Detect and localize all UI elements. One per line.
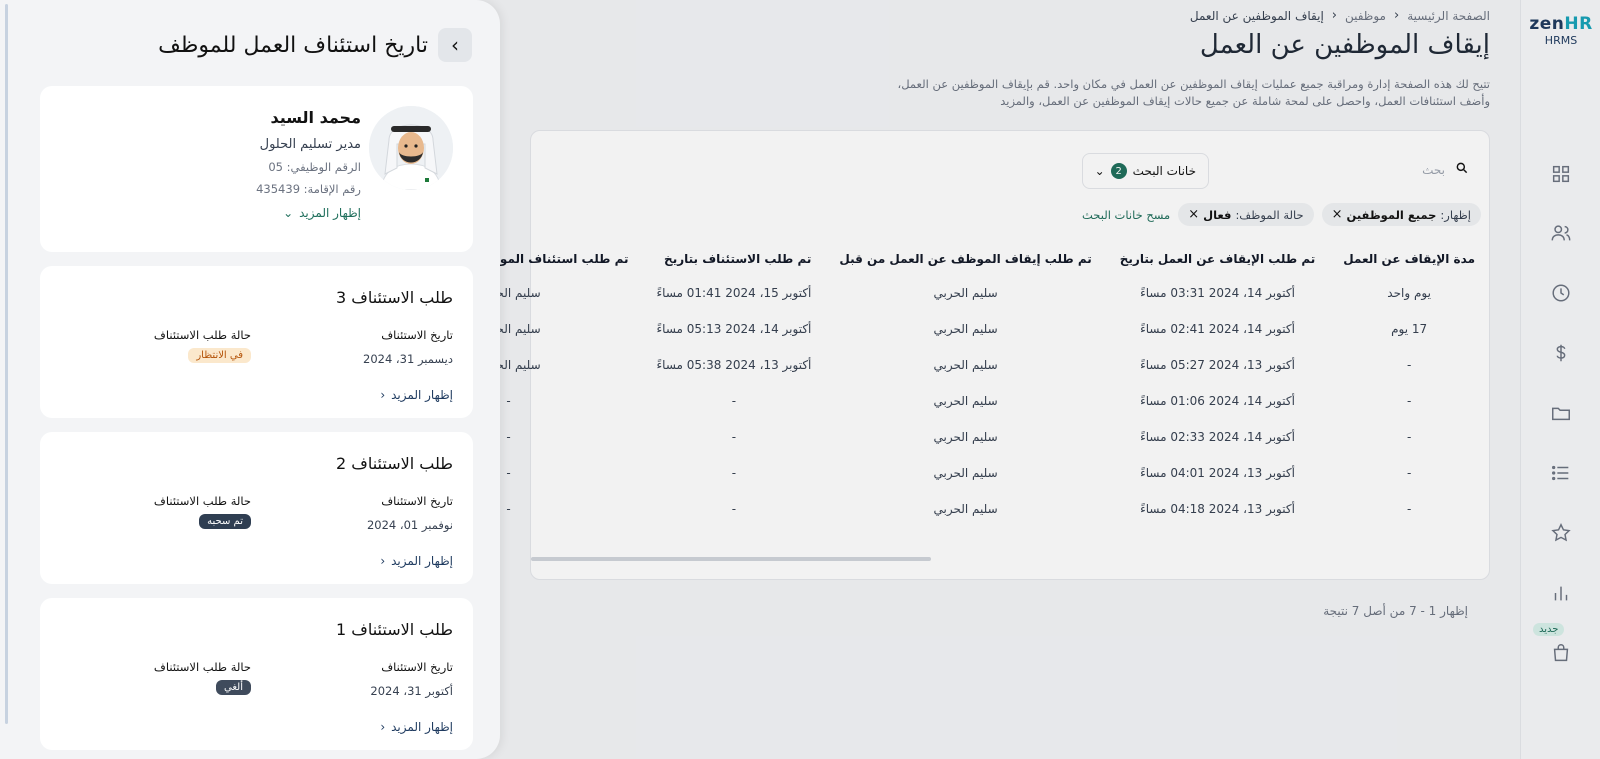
request-show-more[interactable]: إظهار المزيد ‹	[380, 388, 453, 402]
request-date-value: نوفمبر 01، 2024	[366, 518, 453, 532]
chevron-left-icon: ‹	[380, 388, 386, 402]
request-status: حالة طلب الاستئناف ألغي	[154, 660, 251, 695]
show-more-label: إظهار المزيد	[391, 554, 453, 568]
employee-id: الرقم الوظيفي: 05	[268, 160, 361, 174]
status-badge: في الانتظار	[188, 348, 251, 363]
show-more-label: إظهار المزيد	[391, 388, 453, 402]
employee-role: مدير تسليم الحلول	[259, 137, 361, 152]
employee-card: محمد السيد مدير تسليم الحلول الرقم الوظي…	[40, 86, 473, 252]
show-more-label: إظهار المزيد	[299, 206, 361, 220]
request-status-label: حالة طلب الاستئناف	[153, 494, 251, 508]
avatar	[369, 106, 453, 190]
status-badge: تم سحبه	[199, 514, 251, 529]
request-date: تاريخ الاستئناف أكتوبر 31، 2024	[370, 660, 453, 698]
chevron-right-icon: ›	[451, 33, 459, 57]
request-date-value: أكتوبر 31، 2024	[370, 684, 453, 698]
request-title: طلب الاستئناف 2	[335, 454, 453, 473]
request-title: طلب الاستئناف 3	[335, 288, 453, 307]
request-date-label: تاريخ الاستئناف	[381, 660, 453, 674]
chevron-left-icon: ‹	[380, 720, 386, 734]
employee-info: محمد السيد مدير تسليم الحلول الرقم الوظي…	[256, 108, 361, 220]
request-date-label: تاريخ الاستئناف	[381, 328, 453, 342]
chevron-left-icon: ‹	[380, 554, 386, 568]
request-show-more[interactable]: إظهار المزيد ‹	[380, 720, 453, 734]
resume-request-card: طلب الاستئناف 3 تاريخ الاستئناف ديسمبر 3…	[40, 266, 473, 418]
show-more-label: إظهار المزيد	[391, 720, 453, 734]
resume-request-card: طلب الاستئناف 1 تاريخ الاستئناف أكتوبر 3…	[40, 598, 473, 750]
request-status: حالة طلب الاستئناف تم سحبه	[154, 494, 251, 529]
request-date: تاريخ الاستئناف ديسمبر 31، 2024	[363, 328, 453, 366]
chevron-down-icon: ⌄	[283, 206, 294, 220]
request-status-label: حالة طلب الاستئناف	[153, 328, 251, 342]
employee-show-more[interactable]: إظهار المزيد ⌄	[256, 206, 361, 220]
status-badge: ألغي	[216, 680, 251, 695]
drawer-header: › تاريخ استئناف العمل للموظف	[158, 28, 472, 62]
request-date-value: ديسمبر 31، 2024	[363, 352, 453, 366]
request-date: تاريخ الاستئناف نوفمبر 01، 2024	[367, 494, 453, 532]
drawer-scrollbar[interactable]	[5, 4, 8, 724]
back-button[interactable]: ›	[438, 28, 472, 62]
request-title: طلب الاستئناف 1	[335, 620, 453, 639]
resume-history-drawer: › تاريخ استئناف العمل للموظف محمد السيد …	[0, 0, 500, 759]
employee-name: محمد السيد	[270, 108, 361, 127]
resume-request-card: طلب الاستئناف 2 تاريخ الاستئناف نوفمبر 0…	[40, 432, 473, 584]
request-status-label: حالة طلب الاستئناف	[153, 660, 251, 674]
request-date-label: تاريخ الاستئناف	[381, 494, 453, 508]
request-show-more[interactable]: إظهار المزيد ‹	[380, 554, 453, 568]
request-status: حالة طلب الاستئناف في الانتظار	[154, 328, 251, 363]
employee-residence-number: رقم الإقامة: 435439	[256, 182, 361, 196]
drawer-title: تاريخ استئناف العمل للموظف	[158, 32, 428, 58]
